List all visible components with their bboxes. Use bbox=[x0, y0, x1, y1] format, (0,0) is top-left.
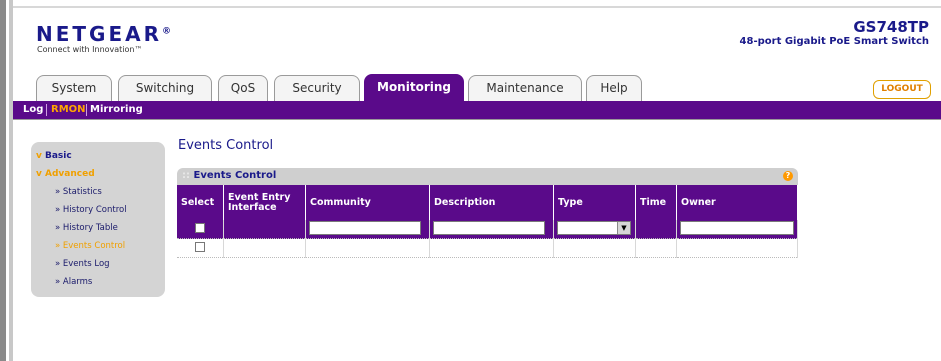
table-cell: ▼ bbox=[553, 220, 636, 239]
events-control-table: Select Event Entry Interface Community D… bbox=[177, 185, 798, 258]
left-border bbox=[0, 0, 6, 361]
table-cell bbox=[635, 220, 677, 239]
column-header-event-entry-interface: Event Entry Interface bbox=[223, 185, 306, 220]
subnav-separator bbox=[86, 104, 87, 116]
select-all-checkbox[interactable] bbox=[195, 222, 205, 233]
help-icon[interactable]: ? bbox=[783, 171, 793, 181]
community-input[interactable] bbox=[309, 220, 421, 235]
sidebar-item-history-table[interactable]: » History Table bbox=[55, 223, 118, 233]
description-input[interactable] bbox=[433, 220, 545, 235]
top-border bbox=[13, 6, 941, 8]
sidebar-item-history-control[interactable]: » History Control bbox=[55, 205, 127, 215]
netgear-logo: NETGEAR® bbox=[36, 22, 171, 46]
table-cell bbox=[676, 238, 798, 258]
tab-qos[interactable]: QoS bbox=[218, 75, 268, 101]
table-cell bbox=[305, 220, 430, 239]
tab-maintenance[interactable]: Maintenance bbox=[468, 75, 582, 101]
sidebar-item-alarms[interactable]: » Alarms bbox=[55, 277, 92, 287]
subnav-mirroring[interactable]: Mirroring bbox=[90, 104, 143, 115]
table-cell bbox=[553, 238, 636, 258]
logout-button[interactable]: LOGOUT bbox=[873, 80, 931, 99]
table-row bbox=[177, 238, 798, 258]
panel-title: :: Events Control bbox=[182, 170, 277, 181]
subnav-separator bbox=[46, 104, 47, 116]
page-title: Events Control bbox=[178, 138, 274, 153]
sidebar-item-events-log[interactable]: » Events Log bbox=[55, 259, 110, 269]
tab-monitoring[interactable]: Monitoring bbox=[364, 74, 464, 101]
table-cell bbox=[676, 220, 798, 239]
table-cell bbox=[429, 238, 554, 258]
left-border-inner bbox=[9, 0, 13, 361]
table-cell bbox=[223, 220, 306, 239]
table-cell bbox=[635, 238, 677, 258]
model-description: 48-port Gigabit PoE Smart Switch bbox=[739, 36, 929, 47]
subnav-divider bbox=[13, 119, 941, 120]
chevron-down-icon: v bbox=[36, 169, 45, 179]
chevron-down-icon: ▼ bbox=[617, 221, 630, 234]
tab-help[interactable]: Help bbox=[586, 75, 642, 101]
subnav-log[interactable]: Log bbox=[23, 104, 43, 115]
table-cell bbox=[223, 238, 306, 258]
sub-navigation: Log RMON Mirroring bbox=[13, 101, 941, 119]
tab-system[interactable]: System bbox=[36, 75, 112, 101]
chevron-down-icon: v bbox=[36, 151, 45, 161]
table-cell bbox=[177, 238, 224, 258]
panel-header: :: Events Control ? bbox=[177, 168, 798, 185]
sidebar-advanced[interactable]: v Advanced bbox=[36, 169, 95, 179]
table-header-row: Select Event Entry Interface Community D… bbox=[177, 185, 798, 220]
sidebar-item-statistics[interactable]: » Statistics bbox=[55, 187, 102, 197]
tab-switching[interactable]: Switching bbox=[118, 75, 212, 101]
sidebar: v Basic v Advanced » Statistics » Histor… bbox=[31, 142, 165, 297]
owner-input[interactable] bbox=[680, 220, 794, 235]
column-header-select: Select bbox=[177, 185, 224, 220]
type-select[interactable]: ▼ bbox=[557, 220, 631, 235]
column-header-type: Type bbox=[553, 185, 636, 220]
row-select-checkbox[interactable] bbox=[195, 241, 205, 252]
table-cell bbox=[177, 220, 224, 239]
column-header-owner: Owner bbox=[676, 185, 798, 220]
subnav-rmon[interactable]: RMON bbox=[51, 104, 86, 115]
table-cell bbox=[305, 238, 430, 258]
column-header-community: Community bbox=[305, 185, 430, 220]
sidebar-item-events-control[interactable]: » Events Control bbox=[55, 241, 125, 251]
tagline: Connect with Innovation™ bbox=[37, 45, 143, 54]
column-header-time: Time bbox=[635, 185, 677, 220]
page-frame: NETGEAR® Connect with Innovation™ GS748T… bbox=[0, 0, 941, 361]
tab-security[interactable]: Security bbox=[274, 75, 360, 101]
sidebar-basic[interactable]: v Basic bbox=[36, 151, 72, 161]
model-name: GS748TP bbox=[853, 18, 929, 36]
table-cell bbox=[429, 220, 554, 239]
column-header-description: Description bbox=[429, 185, 554, 220]
table-row-edit: ▼ bbox=[177, 220, 798, 239]
